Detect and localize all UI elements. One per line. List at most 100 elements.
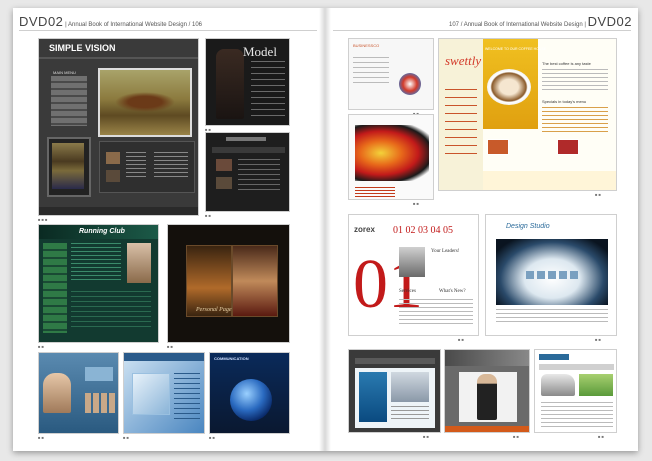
services-heading: Services bbox=[399, 289, 416, 294]
site-title: BUSINESSCO bbox=[353, 43, 380, 48]
site-title: Design Studio bbox=[506, 223, 550, 230]
globe-graphic bbox=[230, 379, 272, 421]
footer bbox=[483, 171, 616, 190]
thumb-car-site bbox=[534, 349, 617, 433]
book-title: Annual Book of International Website Des… bbox=[68, 22, 187, 28]
caption: ■ ■ bbox=[595, 337, 601, 342]
caption: ■ ■ bbox=[413, 201, 419, 206]
text-lines bbox=[238, 159, 280, 193]
caption: ■ ■ bbox=[38, 435, 44, 440]
left-page-header: DVD02 | Annual Book of International Web… bbox=[19, 14, 202, 30]
tagline: The best coffee is any taste bbox=[542, 61, 591, 66]
site-title: COMMUNICATION bbox=[214, 356, 249, 361]
page-number: 107 bbox=[449, 22, 460, 28]
caption: ■ ■ bbox=[598, 434, 604, 439]
header-bar bbox=[124, 353, 204, 361]
thumb-light-blue-site bbox=[123, 352, 205, 434]
caption: ■ ■ bbox=[38, 344, 44, 349]
dvd-label: DVD02 bbox=[587, 14, 632, 29]
logo-bar bbox=[226, 137, 266, 141]
text-lines bbox=[353, 57, 389, 87]
sidebar-menu bbox=[445, 89, 477, 159]
page-number: 106 bbox=[191, 22, 202, 28]
whats-new-heading: What's New? bbox=[439, 289, 466, 294]
brand-logo: zorex bbox=[354, 225, 375, 234]
thumbnail bbox=[106, 152, 120, 164]
green-banner bbox=[579, 374, 613, 396]
caption: ■ ■ bbox=[205, 213, 211, 218]
phone-mockup bbox=[47, 137, 91, 197]
album-right-page bbox=[232, 245, 278, 317]
text-lines bbox=[391, 406, 429, 422]
thumbnail bbox=[106, 170, 120, 182]
photo bbox=[216, 177, 232, 189]
site-title: Running Club bbox=[79, 228, 125, 235]
thumb-businesswoman-site bbox=[444, 349, 530, 433]
menu-lines bbox=[251, 61, 285, 119]
thumb-running-club: Running Club bbox=[38, 224, 159, 343]
nav-bar bbox=[539, 364, 614, 370]
thumb-design-studio: Design Studio bbox=[485, 214, 617, 336]
content-panel bbox=[459, 372, 517, 422]
caption: ■ ■ bbox=[423, 434, 429, 439]
businesswoman-figure bbox=[477, 374, 497, 420]
coffee-cup bbox=[487, 69, 531, 105]
site-title: SIMPLE VISION bbox=[49, 43, 116, 53]
thumb-gray-blue-site bbox=[348, 349, 441, 433]
book-title: Annual Book of International Website Des… bbox=[463, 22, 583, 28]
spine-gutter bbox=[319, 8, 331, 451]
right-page-header: 107 / Annual Book of International Websi… bbox=[449, 14, 632, 30]
leaders-heading: Your Leaders! bbox=[431, 249, 460, 254]
header-bar bbox=[445, 350, 529, 366]
thumbnail-strip bbox=[526, 271, 578, 279]
thumb-coffee-house: swettly WELCOME TO OUR COFFEE HOUSE The … bbox=[438, 38, 617, 191]
book-spread: DVD02 | Annual Book of International Web… bbox=[13, 8, 638, 451]
caption: ■ ■ ■ bbox=[38, 217, 48, 222]
header-bar bbox=[355, 358, 435, 364]
caption: ■ ■ bbox=[595, 192, 601, 197]
price-list bbox=[542, 107, 608, 135]
dvd-label: DVD02 bbox=[19, 14, 64, 29]
footer-bar bbox=[39, 207, 198, 215]
welcome-text: WELCOME TO OUR COFFEE HOUSE bbox=[485, 47, 547, 51]
date-strip: 01 02 03 04 05 bbox=[393, 225, 453, 236]
person-photo bbox=[399, 247, 425, 277]
text-lines bbox=[355, 187, 395, 197]
logo-bar bbox=[539, 354, 569, 360]
footer-bar bbox=[445, 426, 529, 432]
content-lines bbox=[71, 291, 151, 331]
text-lines bbox=[174, 373, 200, 419]
woman-photo bbox=[43, 373, 71, 413]
caption: ■ ■ bbox=[458, 337, 464, 342]
orb-graphic bbox=[399, 73, 421, 95]
text-lines bbox=[542, 69, 608, 93]
antelope-shapes bbox=[115, 92, 175, 112]
blue-sidebar bbox=[359, 372, 387, 422]
caption: ■ ■ bbox=[513, 434, 519, 439]
text-lines bbox=[154, 152, 188, 180]
hero-graphic bbox=[132, 373, 170, 415]
thumb-model: Model bbox=[205, 38, 290, 126]
thumb-simple-vision: SIMPLE VISION MAIN MENU bbox=[38, 38, 199, 216]
model-figure bbox=[216, 49, 244, 119]
thumb-splash-art bbox=[348, 114, 434, 200]
antelope-photo bbox=[98, 68, 192, 137]
content-panel bbox=[355, 368, 435, 428]
photo-strip bbox=[85, 393, 115, 413]
divider bbox=[39, 57, 198, 59]
car-photo bbox=[541, 374, 575, 396]
big-number: 01 bbox=[353, 246, 423, 323]
caption: ■ ■ bbox=[123, 435, 129, 440]
runner-photo bbox=[127, 243, 151, 283]
model-title: Model bbox=[243, 44, 277, 59]
thumb-business: BUSINESSCO bbox=[348, 38, 434, 110]
thumb-zorex: zorex 01 02 03 04 05 01 Your Leaders! Se… bbox=[348, 214, 479, 336]
text-lines bbox=[71, 243, 121, 283]
sidebar-menu bbox=[43, 243, 67, 333]
thumb-dark-site bbox=[205, 132, 290, 212]
specials-heading: Specials in today's menu bbox=[542, 99, 587, 104]
text-lines bbox=[126, 152, 146, 180]
thumb-communication: COMMUNICATION bbox=[209, 352, 290, 434]
photo bbox=[391, 372, 429, 402]
dessert-photo bbox=[557, 139, 579, 155]
